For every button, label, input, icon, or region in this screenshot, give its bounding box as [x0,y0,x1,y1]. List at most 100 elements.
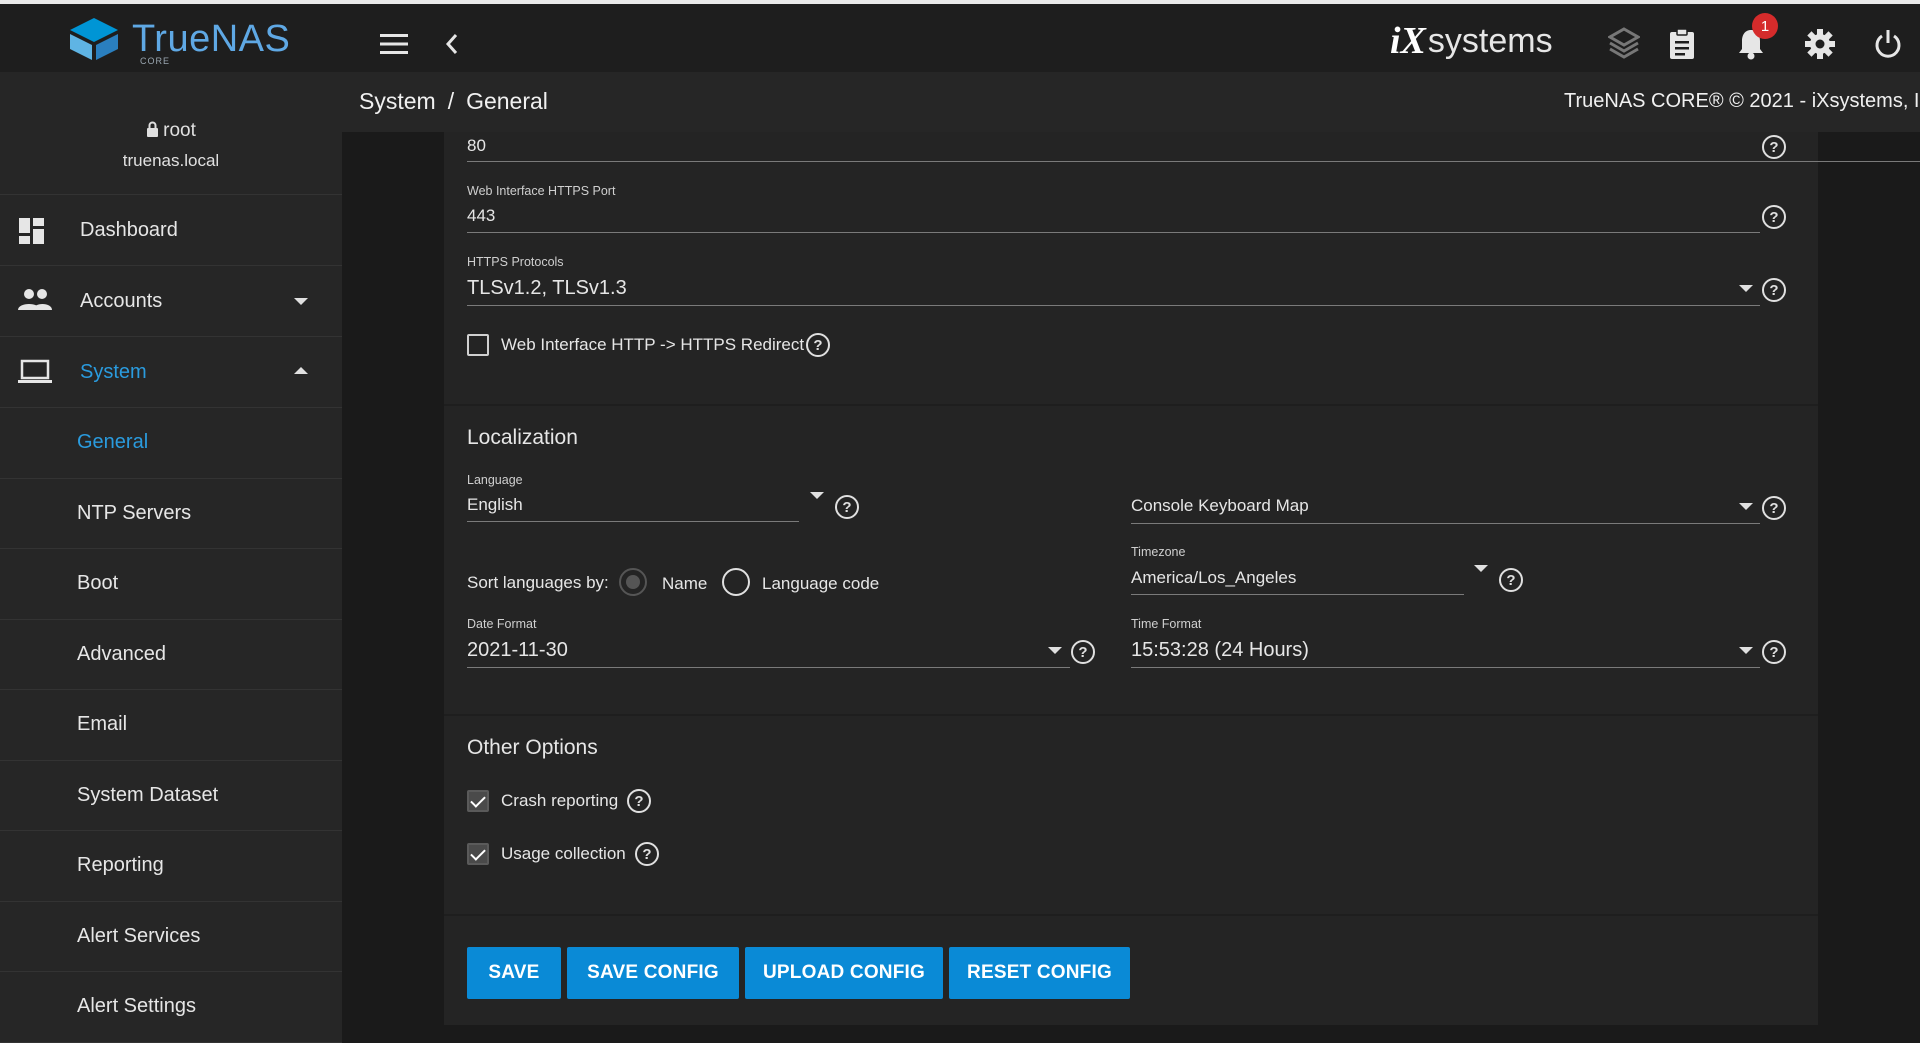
https-port-label: Web Interface HTTPS Port [467,184,616,198]
menu-icon[interactable] [376,26,412,62]
sidebar-item-advanced[interactable]: Advanced [0,620,342,690]
gear-icon[interactable] [1802,26,1838,62]
date-format-underline [467,667,1070,668]
lock-icon [146,121,159,143]
brand-name: TrueNAS [132,18,291,60]
language-underline [467,521,799,522]
timezone-underline [1131,594,1464,595]
chevron-up-icon [294,367,308,374]
https-port-underline [467,232,1760,233]
user-name: root [0,120,342,143]
truenas-logo[interactable]: TrueNAS CORE [66,16,296,66]
help-icon[interactable]: ? [627,789,651,813]
dropdown-arrow-icon[interactable] [1474,565,1488,572]
usage-collection-checkbox[interactable] [467,843,489,865]
brand-edition: CORE [140,56,171,66]
sidebar-item-ntp-servers[interactable]: NTP Servers [0,479,342,549]
sort-by-name-radio[interactable] [619,568,647,596]
upload-config-button[interactable]: UPLOAD CONFIG [745,947,943,999]
https-port-value[interactable]: 443 [467,206,495,226]
time-format-underline [1131,667,1760,668]
section-divider [444,714,1818,716]
https-protocols-select[interactable]: TLSv1.2, TLSv1.3 [467,277,627,300]
sidebar-item-system[interactable]: System [0,337,342,408]
breadcrumb-parent[interactable]: System [359,88,436,114]
https-redirect-label: Web Interface HTTP -> HTTPS Redirect [501,335,805,354]
sidebar-item-accounts[interactable]: Accounts [0,266,342,337]
host-name: truenas.local [122,151,220,170]
help-icon[interactable]: ? [1762,496,1786,520]
sort-by-name-label: Name [662,574,708,593]
language-label: Language [467,473,523,487]
help-icon[interactable]: ? [1499,568,1523,592]
help-icon[interactable]: ? [1762,278,1786,302]
truecommand-icon[interactable] [1606,26,1642,62]
https-redirect-checkbox[interactable] [467,334,489,356]
crash-reporting-checkbox[interactable] [467,790,489,812]
help-icon[interactable]: ? [806,333,830,357]
sidebar-item-dashboard[interactable]: Dashboard [0,195,342,266]
help-icon[interactable]: ? [835,495,859,519]
sidebar-item-alert-settings[interactable]: Alert Settings [0,972,342,1043]
notification-badge: 1 [1752,13,1778,39]
breadcrumb-bar: System / General TrueNAS CORE® © 2021 - iX… [342,72,1920,132]
ix-word: systems [1427,21,1553,60]
timezone-select[interactable]: America/Los_Angeles [1131,568,1296,588]
sidebar-item-boot[interactable]: Boot [0,549,342,620]
sidebar-item-general[interactable]: General [0,408,342,479]
save-button[interactable]: SAVE [467,947,561,999]
help-icon[interactable]: ? [1071,640,1095,664]
dropdown-arrow-icon[interactable] [1048,647,1062,654]
usage-collection-label: Usage collection [501,844,626,863]
sidebar-item-label: Accounts [80,289,163,312]
accounts-icon [18,288,52,316]
dropdown-arrow-icon[interactable] [1739,503,1753,510]
reset-config-button[interactable]: RESET CONFIG [949,947,1130,999]
sidebar-item-label: System [80,360,147,383]
dropdown-arrow-icon[interactable] [1739,285,1753,292]
language-select[interactable]: English [467,495,523,515]
sort-by-code-radio[interactable] [722,568,750,596]
dropdown-arrow-icon[interactable] [1739,647,1753,654]
crash-reporting-label: Crash reporting [501,791,619,810]
copyright-text: TrueNAS CORE® © 2021 - iXsystems, Inc [1564,90,1920,112]
dashboard-icon [18,217,50,245]
power-icon[interactable] [1870,26,1906,62]
keyboard-map-underline [1131,523,1760,524]
back-arrow-icon[interactable] [434,26,470,62]
user-name-label: root [163,120,196,141]
breadcrumb-separator: / [447,88,455,114]
help-icon[interactable]: ? [1762,640,1786,664]
save-config-button[interactable]: SAVE CONFIG [567,947,739,999]
timezone-label: Timezone [1131,545,1186,559]
dropdown-arrow-icon[interactable] [810,492,824,499]
sidebar-item-reporting[interactable]: Reporting [0,831,342,902]
http-port-underline [467,161,1920,162]
ixsystems-logo[interactable]: iX systems [1390,18,1553,64]
sidebar-item-email[interactable]: Email [0,690,342,761]
date-format-select[interactable]: 2021-11-30 [467,639,568,662]
breadcrumb: System / General [359,88,548,115]
sidebar-item-alert-services[interactable]: Alert Services [0,902,342,972]
localization-title: Localization [467,426,578,449]
sidebar-item-system-dataset[interactable]: System Dataset [0,761,342,831]
user-panel: root truenas.local [0,72,342,195]
top-bar: TrueNAS CORE iX systems 1 [0,0,1920,72]
sidebar-item-label: Dashboard [80,218,178,241]
help-icon[interactable]: ? [1762,205,1786,229]
help-icon[interactable]: ? [1762,135,1786,159]
laptop-icon [18,359,52,387]
app-root: TrueNAS CORE iX systems 1 root truenas.l… [0,0,1920,1043]
other-options-title: Other Options [467,736,598,759]
truenas-logo-icon [70,18,118,60]
clipboard-icon[interactable] [1664,26,1700,62]
section-divider [444,914,1818,916]
console-keyboard-map-select[interactable]: Console Keyboard Map [1131,496,1309,516]
https-protocols-label: HTTPS Protocols [467,255,564,269]
help-icon[interactable]: ? [635,842,659,866]
sidebar: root truenas.local Dashboard Accounts Sy… [0,72,342,1043]
ix-mark: iX [1390,20,1426,62]
time-format-select[interactable]: 15:53:28 (24 Hours) [1131,639,1309,662]
http-port-value[interactable]: 80 [467,136,486,156]
sort-by-code-label: Language code [762,574,880,593]
